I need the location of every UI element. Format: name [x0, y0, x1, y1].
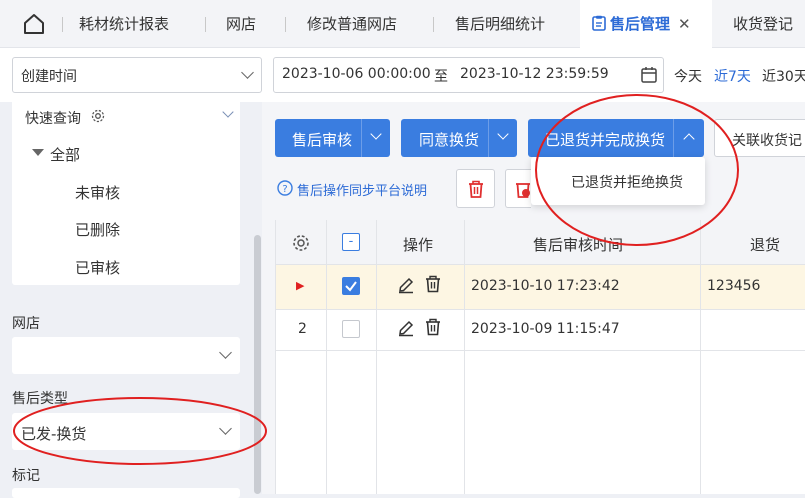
tab-receipt-registration[interactable]: 收货登记 — [733, 0, 793, 48]
tree-root-all[interactable]: 全部 — [50, 144, 80, 165]
sync-help-link[interactable]: 售后操作同步平台说明 — [297, 180, 427, 199]
column-divider — [326, 265, 327, 309]
current-row-indicator: ▶ — [296, 279, 305, 292]
tab-bar: 耗材统计报表 网店 修改普通网店 售后明细统计 售后管理 ✕ 收货登记 — [0, 0, 805, 48]
row-return-number: 123456 — [707, 278, 761, 294]
chevron-down-icon[interactable] — [370, 128, 382, 140]
close-icon[interactable]: ✕ — [678, 15, 691, 33]
trash-clock-icon — [514, 179, 532, 203]
time-field-value: 创建时间 — [21, 69, 77, 85]
split-divider — [488, 119, 489, 157]
tab-separator — [285, 17, 286, 32]
end-date: 2023-10-12 23:59:59 — [460, 66, 609, 82]
returned-complete-exchange-button[interactable]: 已退货并完成换货 — [528, 119, 704, 157]
trash-icon[interactable] — [425, 318, 441, 340]
row-divider — [276, 350, 805, 351]
aftersale-type-label: 售后类型 — [12, 391, 68, 407]
quick-range-30days[interactable]: 近30天 — [762, 66, 805, 86]
start-date: 2023-10-06 00:00:00 — [282, 66, 431, 82]
tab-separator — [62, 17, 63, 32]
tab-aftersale-management[interactable]: 售后管理 ✕ — [580, 0, 712, 48]
row-review-time: 2023-10-09 11:15:47 — [471, 321, 620, 337]
tree-item-reviewed[interactable]: 已审核 — [75, 257, 120, 278]
header-return[interactable]: 退货 — [750, 234, 780, 255]
quick-range-7days[interactable]: 近7天 — [714, 66, 751, 86]
caret-down-icon[interactable] — [32, 149, 44, 156]
chevron-down-icon[interactable] — [497, 128, 509, 140]
svg-text:?: ? — [282, 184, 287, 195]
clipboard-icon — [592, 2, 606, 50]
mark-select[interactable] — [12, 488, 240, 498]
range-separator: 至 — [434, 69, 448, 85]
split-divider — [361, 119, 362, 157]
menu-item-returned-reject-exchange[interactable]: 已退货并拒绝换货 — [571, 172, 683, 192]
edit-icon[interactable] — [397, 319, 415, 341]
sidebar-scrollbar-thumb[interactable] — [254, 235, 261, 494]
header-review-time[interactable]: 售后审核时间 — [533, 234, 623, 255]
aftersale-table: - 操作 售后审核时间 退货 ▶ 2023-10-10 17:23:42 123… — [275, 220, 805, 494]
button-label: 售后审核 — [292, 131, 353, 149]
tree-item-unreviewed[interactable]: 未审核 — [75, 182, 120, 203]
help-circle-icon: ? — [277, 180, 293, 200]
row-index: 2 — [298, 321, 307, 337]
tab-separator — [205, 17, 206, 32]
chevron-down-icon — [219, 346, 232, 359]
shop-label: 网店 — [12, 316, 40, 332]
tab-separator — [433, 17, 434, 32]
column-divider — [464, 265, 465, 309]
quick-query-label: 快速查询 — [25, 111, 81, 127]
shop-select[interactable] — [12, 337, 240, 374]
tab-label: 售后管理 — [610, 15, 671, 33]
chevron-down-icon — [219, 422, 232, 435]
column-divider — [700, 265, 701, 309]
time-field-select[interactable]: 创建时间 — [12, 57, 262, 93]
column-divider — [700, 220, 701, 494]
chevron-down-icon — [241, 66, 254, 79]
delete-special-button[interactable] — [505, 169, 531, 208]
date-range-picker[interactable]: 2023-10-06 00:00:00 至 2023-10-12 23:59:5… — [273, 57, 664, 93]
row-checkbox[interactable] — [342, 277, 360, 295]
select-all-checkbox[interactable]: - — [342, 233, 360, 251]
home-icon[interactable] — [22, 12, 46, 36]
tab-edit-shop[interactable]: 修改普通网店 — [307, 0, 397, 48]
column-divider — [464, 220, 465, 494]
aftersale-review-button[interactable]: 售后审核 — [275, 119, 390, 157]
aftersale-type-value: 已发-换货 — [21, 425, 87, 443]
delete-button[interactable] — [456, 169, 495, 208]
link-receipt-button[interactable]: 关联收货记 — [714, 119, 805, 157]
trash-icon — [467, 179, 485, 203]
quick-range-today[interactable]: 今天 — [674, 66, 702, 86]
button-label: 已退货并完成换货 — [545, 131, 666, 149]
tab-consumables-report[interactable]: 耗材统计报表 — [79, 0, 169, 48]
button-label: 关联收货记 — [732, 133, 802, 149]
mark-label: 标记 — [12, 468, 40, 484]
gear-icon[interactable] — [90, 108, 106, 128]
quick-query-card — [12, 102, 240, 285]
tab-aftersale-detail-stats[interactable]: 售后明细统计 — [455, 0, 545, 48]
trash-icon[interactable] — [425, 275, 441, 297]
column-divider — [376, 220, 377, 494]
exchange-dropdown-menu: 已退货并拒绝换货 — [531, 157, 705, 205]
button-label: 同意换货 — [419, 131, 480, 149]
split-divider — [673, 119, 674, 157]
row-checkbox[interactable] — [342, 320, 360, 338]
header-actions: 操作 — [403, 236, 434, 254]
row-review-time: 2023-10-10 17:23:42 — [471, 278, 620, 294]
column-settings-gear-icon[interactable] — [291, 233, 311, 257]
column-divider — [376, 265, 377, 309]
edit-icon[interactable] — [397, 276, 415, 298]
aftersale-type-select[interactable]: 已发-换货 — [12, 413, 240, 450]
tab-shop[interactable]: 网店 — [226, 0, 256, 48]
column-divider — [326, 220, 327, 494]
tree-item-deleted[interactable]: 已删除 — [75, 219, 120, 240]
agree-exchange-button[interactable]: 同意换货 — [401, 119, 517, 157]
calendar-icon — [640, 66, 658, 88]
chevron-up-icon[interactable] — [683, 133, 695, 145]
row-divider — [276, 309, 805, 310]
